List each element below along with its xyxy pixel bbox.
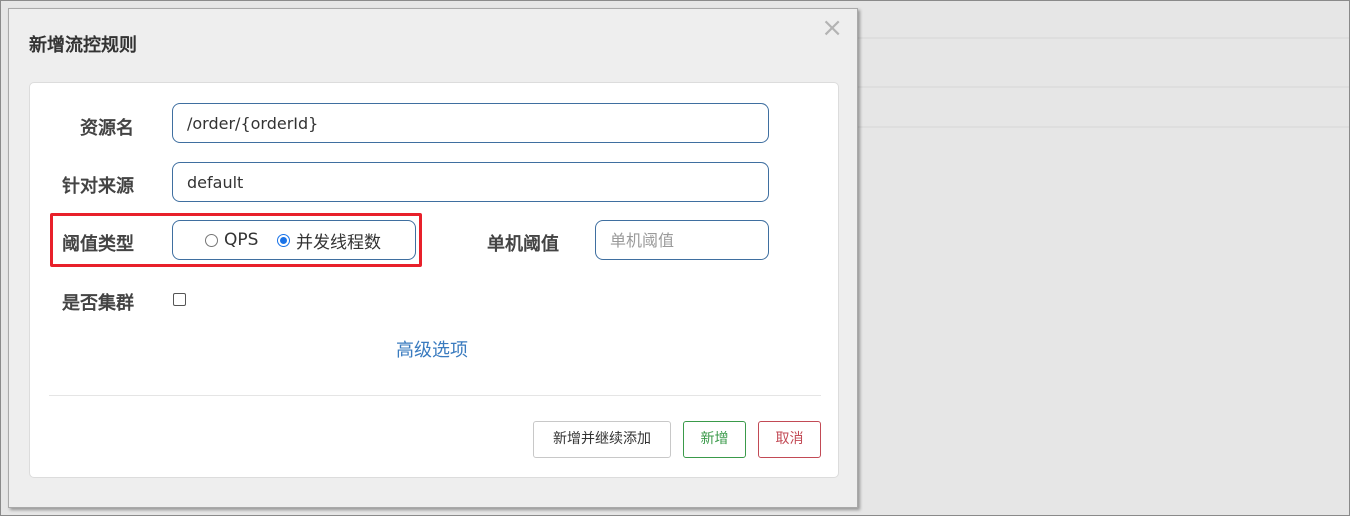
- source-label: 针对来源: [62, 176, 134, 197]
- resource-name-input[interactable]: [172, 103, 769, 143]
- single-threshold-input[interactable]: [595, 220, 769, 260]
- add-flow-rule-dialog: 新增流控规则 × 资源名 针对来源 阈值类型 QPS 并发线程数 单机阈值 是否…: [8, 8, 858, 508]
- advanced-options-link[interactable]: 高级选项: [396, 336, 468, 362]
- radio-button-qps[interactable]: [205, 233, 218, 247]
- radio-option-threads[interactable]: 并发线程数: [277, 221, 381, 259]
- source-input[interactable]: [172, 162, 769, 202]
- threshold-type-label: 阈值类型: [62, 234, 134, 255]
- close-icon[interactable]: ×: [821, 15, 843, 41]
- dialog-title: 新增流控规则: [29, 35, 137, 56]
- add-button[interactable]: 新增: [683, 421, 746, 458]
- add-and-continue-button[interactable]: 新增并继续添加: [533, 421, 671, 458]
- resource-name-label: 资源名: [80, 118, 134, 139]
- form-panel: 资源名 针对来源 阈值类型 QPS 并发线程数 单机阈值 是否集群 高级选项: [29, 82, 839, 478]
- cluster-label: 是否集群: [62, 293, 134, 314]
- radio-label-qps: QPS: [224, 230, 259, 250]
- single-threshold-label: 单机阈值: [487, 234, 559, 255]
- radio-option-qps[interactable]: QPS: [205, 221, 258, 259]
- radio-label-threads: 并发线程数: [296, 232, 381, 253]
- footer-divider: [49, 395, 821, 396]
- cancel-button[interactable]: 取消: [758, 421, 821, 458]
- radio-button-threads[interactable]: [277, 233, 290, 247]
- threshold-type-radio-group: QPS 并发线程数: [172, 220, 416, 260]
- cluster-checkbox[interactable]: [173, 293, 186, 306]
